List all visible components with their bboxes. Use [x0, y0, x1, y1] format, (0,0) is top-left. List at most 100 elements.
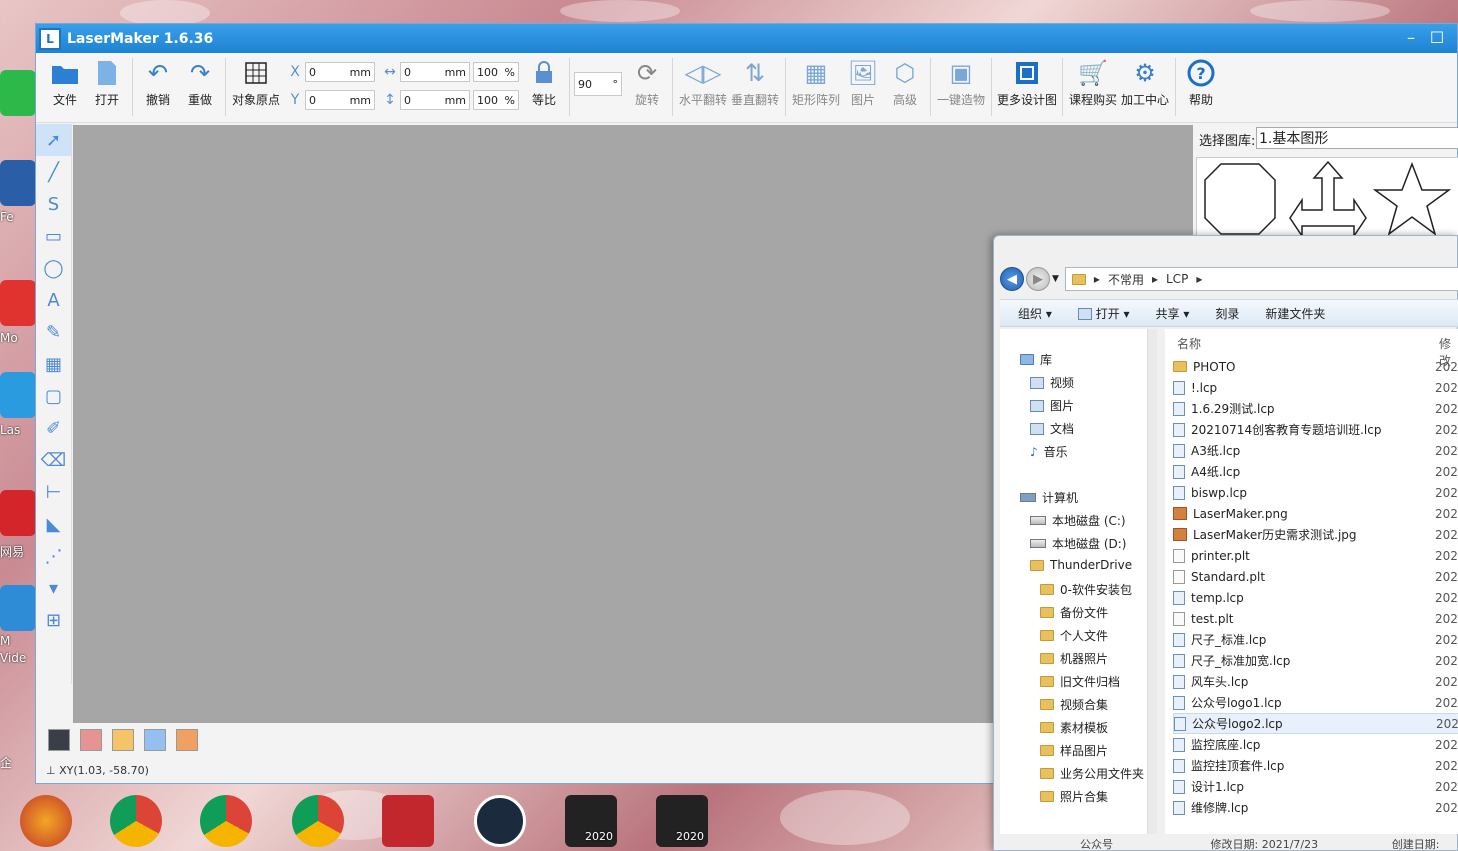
- desktop-app-icon[interactable]: [0, 70, 36, 116]
- color-swatch[interactable]: [112, 729, 134, 751]
- toolbox-icon[interactable]: ⊞: [36, 604, 71, 636]
- file-row[interactable]: test.plt 202: [1173, 608, 1458, 629]
- file-row[interactable]: 监控底座.lcp 202: [1173, 734, 1458, 755]
- file-row[interactable]: temp.lcp 202: [1173, 587, 1458, 608]
- rotate-button[interactable]: ⟳ 旋转: [626, 58, 668, 108]
- forward-icon[interactable]: ▶: [1026, 267, 1050, 291]
- file-row[interactable]: 尺子_标准.lcp 202: [1173, 629, 1458, 650]
- chrome-icon[interactable]: [200, 795, 252, 847]
- file-row[interactable]: 设计1.lcp 202: [1173, 776, 1458, 797]
- new-folder-button[interactable]: 新建文件夹: [1265, 305, 1325, 322]
- nav-folder-item[interactable]: 机器照片: [1040, 650, 1108, 667]
- object-origin-button[interactable]: 对象原点: [230, 58, 282, 108]
- pen-tool-icon[interactable]: ✎: [36, 316, 71, 348]
- minimize-icon[interactable]: –: [1401, 28, 1421, 47]
- file-row[interactable]: 维修牌.lcp 202: [1173, 797, 1458, 818]
- file-row[interactable]: 风车头.lcp 202: [1173, 671, 1458, 692]
- burn-button[interactable]: 刻录: [1215, 305, 1239, 322]
- nav-folder-item[interactable]: 素材模板: [1040, 719, 1108, 736]
- file-row[interactable]: Standard.plt 202: [1173, 566, 1458, 587]
- table-tool-icon[interactable]: ▦: [36, 348, 71, 380]
- frame-tool-icon[interactable]: ▢: [36, 380, 71, 412]
- nav-item-pictures[interactable]: 图片: [1030, 397, 1074, 414]
- nav-folder-item[interactable]: 备份文件: [1040, 604, 1108, 621]
- desktop-app-icon[interactable]: [0, 160, 36, 206]
- desktop-app-icon[interactable]: [0, 490, 36, 536]
- angle-input[interactable]: 90 °: [574, 72, 622, 96]
- autodesk-icon[interactable]: [474, 795, 526, 847]
- file-row[interactable]: 公众号logo2.lcp 202: [1173, 713, 1458, 734]
- file-row[interactable]: !.lcp 202: [1173, 377, 1458, 398]
- back-icon[interactable]: ◀: [1000, 267, 1024, 291]
- help-button[interactable]: ? 帮助: [1180, 58, 1222, 108]
- library-select[interactable]: 1.基本图形: [1256, 127, 1458, 149]
- edit-tool-icon[interactable]: ✐: [36, 412, 71, 444]
- more-designs-button[interactable]: 更多设计图: [996, 58, 1058, 108]
- curve-tool-icon[interactable]: S: [36, 188, 71, 220]
- ellipse-tool-icon[interactable]: ◯: [36, 252, 71, 284]
- star-shape[interactable]: [1372, 160, 1452, 238]
- organize-button[interactable]: 组织 ▾: [1018, 305, 1052, 322]
- nav-item-documents[interactable]: 文档: [1030, 420, 1074, 437]
- height-percent-input[interactable]: 100%: [473, 90, 519, 110]
- height-input[interactable]: 0 mm: [400, 90, 470, 110]
- width-input[interactable]: 0 mm: [400, 62, 470, 82]
- nav-folder-item[interactable]: 照片合集: [1040, 788, 1108, 805]
- file-row[interactable]: LaserMaker.png 202: [1173, 503, 1458, 524]
- share-button[interactable]: 共享 ▾: [1156, 305, 1190, 322]
- file-row[interactable]: A4纸.lcp 202: [1173, 461, 1458, 482]
- nav-folder-item[interactable]: 样品图片: [1040, 742, 1108, 759]
- select-tool-icon[interactable]: ➚: [36, 124, 71, 156]
- course-purchase-button[interactable]: 🛒 课程购买: [1067, 58, 1119, 108]
- file-row[interactable]: 1.6.29测试.lcp 202: [1173, 398, 1458, 419]
- vertical-flip-button[interactable]: ⇅ 垂直翻转: [729, 58, 781, 108]
- file-button[interactable]: 文件: [44, 58, 86, 108]
- chrome-icon[interactable]: [110, 795, 162, 847]
- color-swatch[interactable]: [144, 729, 166, 751]
- text-tool-icon[interactable]: A: [36, 284, 71, 316]
- desktop-app-icon[interactable]: [0, 280, 36, 326]
- nav-item-videos[interactable]: 视频: [1030, 374, 1074, 391]
- nav-item-computer[interactable]: 计算机: [1020, 489, 1078, 506]
- file-row[interactable]: PHOTO 202: [1173, 356, 1458, 377]
- nav-folder-item[interactable]: 业务公用文件夹: [1040, 765, 1144, 782]
- dashed-tool-icon[interactable]: ⋰: [36, 540, 71, 572]
- color-swatch[interactable]: [80, 729, 102, 751]
- nav-folder-item[interactable]: 个人文件: [1040, 627, 1108, 644]
- fill-tool-icon[interactable]: ◣: [36, 508, 71, 540]
- one-click-make-button[interactable]: ▣ 一键造物: [935, 58, 987, 108]
- measure-tool-icon[interactable]: ⊢: [36, 476, 71, 508]
- nav-item-drive-d[interactable]: 本地磁盘 (D:): [1030, 535, 1126, 552]
- arrow-tool-icon[interactable]: ▾: [36, 572, 71, 604]
- processing-center-button[interactable]: ⚙ 加工中心: [1119, 58, 1171, 108]
- solidworks-icon[interactable]: [382, 795, 434, 847]
- octagon-shape[interactable]: [1201, 160, 1279, 238]
- nav-folder-item[interactable]: 视频合集: [1040, 696, 1108, 713]
- open-button[interactable]: 打开: [86, 58, 128, 108]
- title-bar[interactable]: L LaserMaker 1.6.36 – ☐: [36, 24, 1457, 53]
- width-percent-input[interactable]: 100%: [473, 62, 519, 82]
- redo-button[interactable]: ↷ 重做: [179, 58, 221, 108]
- breadcrumb-item[interactable]: 不常用: [1108, 271, 1144, 288]
- line-tool-icon[interactable]: ╱: [36, 156, 71, 188]
- file-row[interactable]: 20210714创客教育专题培训班.lcp 202: [1173, 419, 1458, 440]
- eraser-tool-icon[interactable]: ⌫: [36, 444, 71, 476]
- open-button[interactable]: 打开 ▾: [1077, 305, 1130, 322]
- y-input[interactable]: 0 mm: [305, 90, 375, 110]
- arrow-shape[interactable]: [1289, 160, 1367, 239]
- file-row[interactable]: 尺子_标准加宽.lcp 202: [1173, 650, 1458, 671]
- desktop-app-icon[interactable]: [0, 372, 36, 418]
- name-column-header[interactable]: 名称: [1177, 335, 1201, 352]
- nav-item-drive-c[interactable]: 本地磁盘 (C:): [1030, 512, 1126, 529]
- image-button[interactable]: 🖼 图片: [842, 58, 884, 108]
- nav-item-thunderdrive[interactable]: ThunderDrive: [1030, 558, 1132, 572]
- rect-array-button[interactable]: ▦ 矩形阵列: [790, 58, 842, 108]
- nav-item-music[interactable]: ♪ 音乐: [1030, 443, 1068, 460]
- color-swatch[interactable]: [176, 729, 198, 751]
- x-input[interactable]: 0 mm: [305, 62, 375, 82]
- nav-folder-item[interactable]: 0-软件安装包: [1040, 581, 1132, 598]
- nav-item-library[interactable]: 库: [1020, 351, 1052, 368]
- maximize-icon[interactable]: ☐: [1427, 28, 1447, 47]
- address-box[interactable]: ▸ 不常用 ▸ LCP ▸: [1064, 267, 1458, 291]
- nav-folder-item[interactable]: 旧文件归档: [1040, 673, 1120, 690]
